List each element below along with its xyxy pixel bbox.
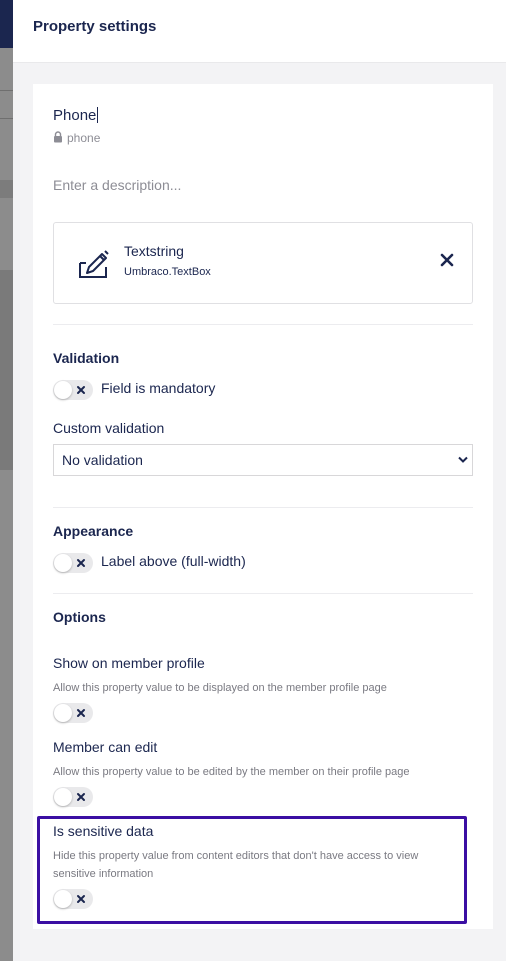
custom-validation-select[interactable]: No validation [53, 444, 473, 476]
editor-alias: Umbraco.TextBox [124, 266, 211, 278]
toggle-off-icon [77, 709, 85, 717]
chevron-down-icon [458, 456, 468, 463]
panel-title: Property settings [33, 18, 157, 35]
toggle-off-icon [77, 793, 85, 801]
section-divider [53, 507, 473, 508]
property-settings-panel: Property settings Phone phone Enter a de… [13, 0, 506, 961]
backdrop-divider [0, 180, 13, 198]
sensitive-data-toggle[interactable] [53, 889, 93, 909]
edit-pen-icon [79, 250, 109, 278]
sensitive-data-hint: Hide this property value from content ed… [53, 850, 419, 880]
lock-icon[interactable] [53, 131, 63, 143]
description-input[interactable]: Enter a description... [53, 177, 181, 193]
member-can-edit-label: Member can edit [53, 739, 158, 755]
property-name-input[interactable]: Phone [53, 107, 99, 124]
toggle-off-icon [77, 386, 85, 394]
property-settings-card: Phone phone Enter a description... Texts… [33, 84, 493, 929]
toggle-off-icon [77, 895, 85, 903]
backdrop-divider [0, 118, 13, 119]
dimmed-backdrop [0, 0, 13, 961]
backdrop-divider [0, 270, 13, 470]
text-caret [97, 107, 99, 123]
backdrop-header [0, 0, 13, 48]
toggle-knob [54, 890, 72, 908]
options-title: Options [53, 609, 106, 625]
show-on-profile-toggle[interactable] [53, 703, 93, 723]
show-on-profile-label: Show on member profile [53, 655, 205, 671]
remove-editor-icon[interactable] [440, 253, 454, 267]
toggle-knob [54, 554, 72, 572]
member-can-edit-hint: Allow this property value to be edited b… [53, 766, 410, 778]
toggle-knob [54, 704, 72, 722]
mandatory-label: Field is mandatory [101, 380, 216, 396]
appearance-title: Appearance [53, 523, 134, 539]
toggle-knob [54, 788, 72, 806]
label-above-label: Label above (full-width) [101, 553, 246, 569]
toggle-off-icon [77, 559, 85, 567]
toggle-knob [54, 381, 72, 399]
backdrop-divider [0, 90, 13, 91]
validation-title: Validation [53, 350, 120, 366]
show-on-profile-hint: Allow this property value to be displaye… [53, 682, 387, 694]
member-can-edit-toggle[interactable] [53, 787, 93, 807]
custom-validation-label: Custom validation [53, 420, 165, 436]
section-divider [53, 324, 473, 325]
mandatory-toggle[interactable] [53, 380, 93, 400]
sensitive-data-label: Is sensitive data [53, 823, 154, 839]
property-editor-card[interactable]: Textstring Umbraco.TextBox [53, 222, 473, 304]
section-divider [53, 593, 473, 594]
label-above-toggle[interactable] [53, 553, 93, 573]
property-alias-value: phone [67, 131, 101, 145]
property-alias[interactable]: phone [53, 131, 100, 145]
custom-validation-value: No validation [62, 452, 143, 468]
property-name-value: Phone [53, 107, 97, 124]
panel-header: Property settings [13, 0, 506, 63]
editor-name: Textstring [124, 243, 184, 259]
